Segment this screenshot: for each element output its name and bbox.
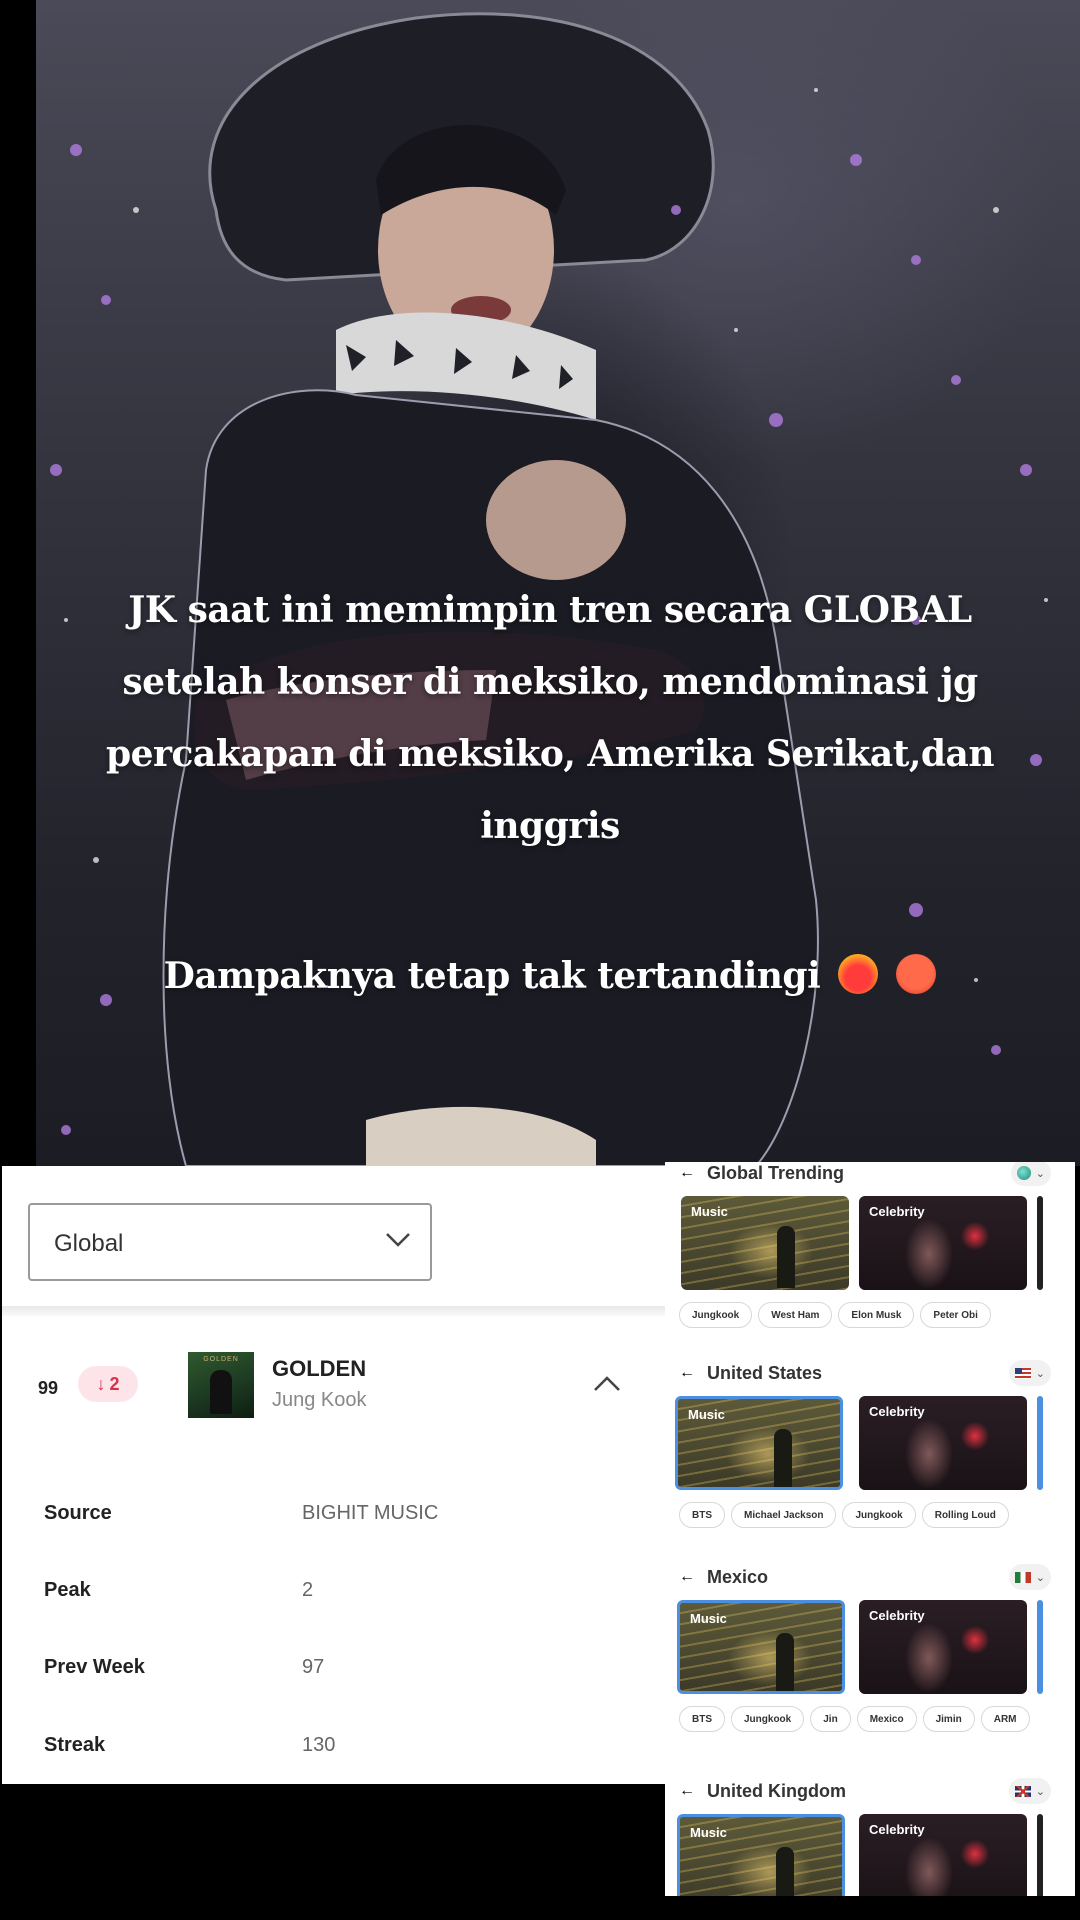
section-header: ← Mexico (679, 1562, 768, 1592)
topic-pill[interactable]: Elon Musk (838, 1302, 915, 1328)
category-card-celebrity[interactable]: Celebrity (859, 1600, 1027, 1694)
section-header: ← United States (679, 1358, 822, 1388)
stat-value-streak: 130 (302, 1734, 336, 1756)
section-title: Global Trending (707, 1162, 845, 1183)
caption-tagline: Dampaknya tetap tak tertandingi (60, 940, 1040, 1012)
category-card-celebrity[interactable]: Celebrity (859, 1196, 1027, 1290)
chevron-down-icon: ⌄ (1035, 1785, 1045, 1798)
category-card-music[interactable]: Music (681, 1196, 849, 1290)
section-title: Mexico (707, 1566, 769, 1587)
next-card-peek (1037, 1196, 1043, 1290)
caption-tagline-text: Dampaknya tetap tak tertandingi (163, 955, 821, 997)
topic-pill[interactable]: Jimin (922, 1706, 975, 1732)
chevron-down-icon: ⌄ (1035, 1367, 1045, 1380)
stat-label-prev-week: Prev Week (44, 1656, 145, 1678)
mexico-flag-icon (1014, 1571, 1031, 1583)
back-arrow-icon[interactable]: ← (679, 1164, 695, 1182)
card-label: Celebrity (869, 1404, 925, 1419)
back-arrow-icon[interactable]: ← (679, 1364, 695, 1382)
stat-value-source: BIGHIT MUSIC (302, 1502, 439, 1524)
stat-label-peak: Peak (44, 1579, 91, 1601)
region-selector[interactable]: ⌄ (1008, 1360, 1051, 1386)
section-title: United Kingdom (707, 1780, 846, 1801)
caption-line: setelah konser di meksiko, mendominasi j… (122, 661, 978, 703)
next-card-peek (1037, 1814, 1043, 1896)
fire-heart-icon (838, 954, 879, 994)
trend-section-global: ← Global Trending ⌄ Music Celebrity Jung… (665, 1162, 1075, 1358)
trend-section-us: ← United States ⌄ Music Celebrity BTS Mi… (665, 1358, 1075, 1558)
trending-panel: ← Global Trending ⌄ Music Celebrity Jung… (665, 1162, 1075, 1896)
next-card-peek (1037, 1600, 1043, 1694)
card-label: Celebrity (869, 1608, 925, 1623)
category-card-music[interactable]: Music (677, 1814, 845, 1896)
section-header: ← United Kingdom (679, 1776, 846, 1806)
track-artist: Jung Kook (272, 1389, 367, 1411)
card-label: Music (688, 1407, 725, 1422)
topic-pills: Jungkook West Ham Elon Musk Peter Obi (679, 1302, 991, 1328)
region-dropdown-value: Global (54, 1230, 124, 1257)
category-card-music[interactable]: Music (675, 1396, 843, 1490)
rank-change-value: 2 (109, 1373, 120, 1394)
stat-label-streak: Streak (44, 1734, 106, 1756)
uk-flag-icon (1014, 1785, 1031, 1797)
chevron-up-icon[interactable] (592, 1374, 622, 1394)
topic-pill[interactable]: Mexico (856, 1706, 917, 1732)
album-art-title: GOLDEN (203, 1356, 239, 1363)
category-card-celebrity[interactable]: Celebrity (859, 1396, 1027, 1490)
topic-pill[interactable]: Jungkook (679, 1302, 753, 1328)
card-label: Celebrity (869, 1204, 925, 1219)
divider (2, 1306, 666, 1316)
card-label: Celebrity (869, 1822, 925, 1837)
arrow-down-icon: ↓ (96, 1373, 106, 1394)
stat-value-peak: 2 (302, 1579, 314, 1601)
trend-section-mexico: ← Mexico ⌄ Music Celebrity BTS Jungkook … (665, 1562, 1075, 1762)
topic-pill[interactable]: BTS (679, 1706, 725, 1732)
rank-change-badge: ↓ 2 (78, 1366, 138, 1402)
category-card-music[interactable]: Music (677, 1600, 845, 1694)
back-arrow-icon[interactable]: ← (679, 1782, 695, 1800)
section-header: ← Global Trending (679, 1162, 844, 1188)
card-label: Music (691, 1204, 728, 1219)
topic-pills: BTS Michael Jackson Jungkook Rolling Lou… (679, 1502, 1009, 1528)
chevron-down-icon: ⌄ (1035, 1571, 1045, 1584)
chart-rank: 99 (38, 1378, 59, 1398)
caption-text: JK saat ini memimpin tren secara GLOBAL … (60, 574, 1040, 862)
chevron-down-icon: ⌄ (1035, 1167, 1045, 1180)
globe-icon (1016, 1166, 1031, 1180)
topic-pill[interactable]: ARM (980, 1706, 1030, 1732)
caption-line: JK saat ini memimpin tren secara GLOBAL (128, 589, 972, 631)
topic-pill[interactable]: Jungkook (731, 1706, 805, 1732)
stat-value-prev-week: 97 (302, 1656, 325, 1678)
region-selector[interactable]: ⌄ (1008, 1564, 1051, 1590)
us-flag-icon (1014, 1367, 1031, 1379)
track-title: GOLDEN (272, 1356, 367, 1381)
region-selector[interactable]: ⌄ (1010, 1162, 1051, 1186)
hot-face-icon (896, 954, 937, 994)
category-card-celebrity[interactable]: Celebrity (859, 1814, 1027, 1896)
trend-section-uk: ← United Kingdom ⌄ Music Celebrity (665, 1776, 1075, 1896)
chart-detail-panel: Global 99 ↓ 2 GOLDEN GOLDEN Jung Kook So… (2, 1166, 666, 1784)
section-title: United States (707, 1362, 823, 1383)
topic-pill[interactable]: West Ham (758, 1302, 833, 1328)
topic-pill[interactable]: Rolling Loud (921, 1502, 1009, 1528)
topic-pill[interactable]: BTS (679, 1502, 725, 1528)
caption-line: percakapan di meksiko, Amerika Serikat,d… (105, 733, 995, 775)
card-label: Music (690, 1611, 727, 1626)
back-arrow-icon[interactable]: ← (679, 1568, 695, 1586)
card-label: Music (690, 1825, 727, 1840)
album-art: GOLDEN (188, 1352, 254, 1418)
chevron-down-icon (386, 1233, 410, 1247)
caption-line: inggris (480, 805, 620, 847)
topic-pill[interactable]: Peter Obi (920, 1302, 991, 1328)
stat-label-source: Source (44, 1502, 112, 1524)
region-selector[interactable]: ⌄ (1008, 1778, 1051, 1804)
topic-pills: BTS Jungkook Jin Mexico Jimin ARM (679, 1706, 1030, 1732)
next-card-peek (1037, 1396, 1043, 1490)
topic-pill[interactable]: Jin (810, 1706, 851, 1732)
topic-pill[interactable]: Jungkook (842, 1502, 916, 1528)
region-dropdown[interactable]: Global (28, 1203, 432, 1281)
topic-pill[interactable]: Michael Jackson (731, 1502, 837, 1528)
